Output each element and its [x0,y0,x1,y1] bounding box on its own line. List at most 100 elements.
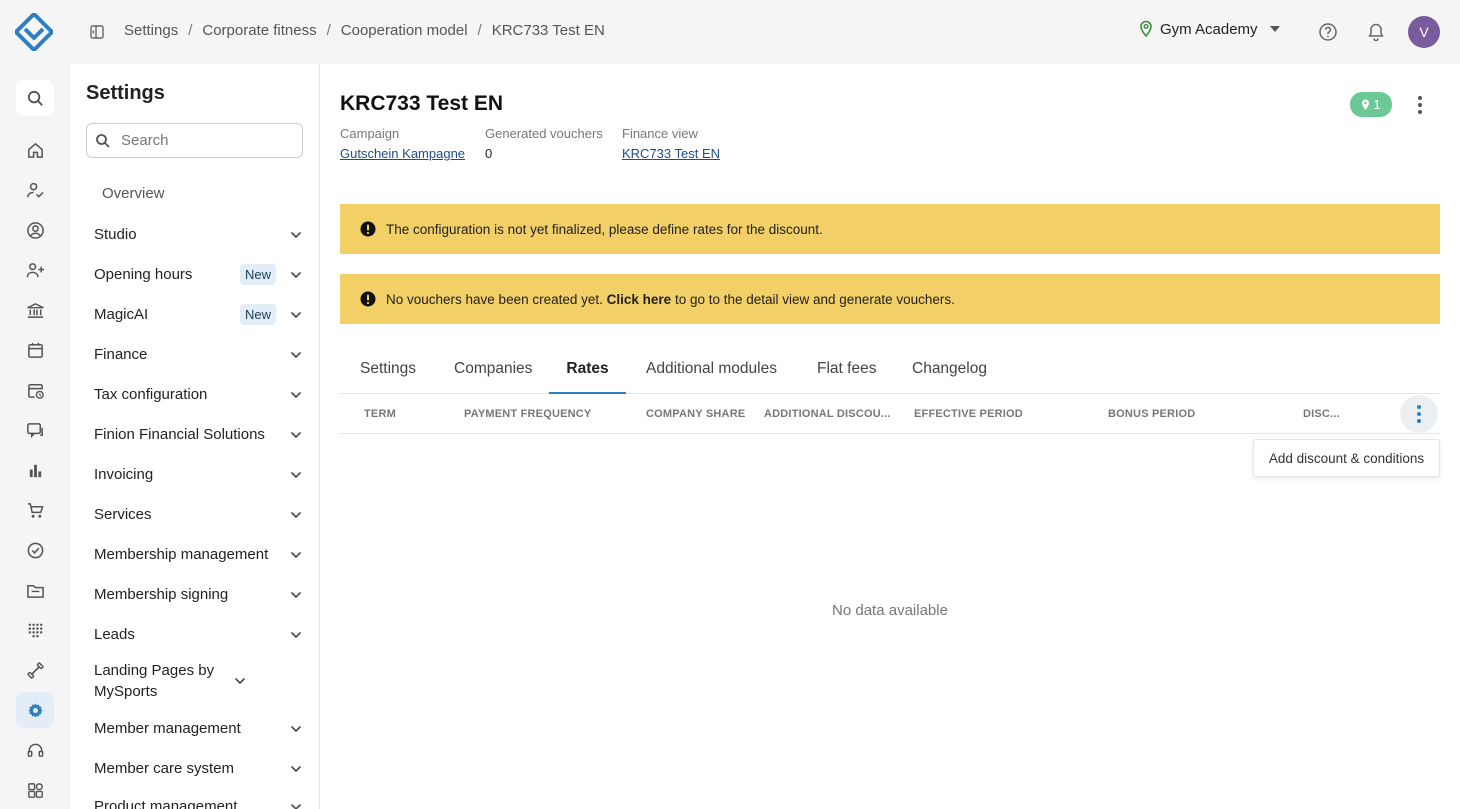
config-warning-alert: The configuration is not yet finalized, … [340,204,1440,254]
column-header-payment-frequency[interactable]: PAYMENT FREQUENCY [464,408,591,420]
sidebar-item-tax-configuration[interactable]: Tax configuration [94,384,304,405]
sidebar-item-leads[interactable]: Leads [94,624,304,645]
breadcrumb: Settings / Corporate fitness / Cooperati… [124,22,605,39]
avatar[interactable]: V [1408,16,1440,48]
sidebar-item-label: Member care system [94,760,235,777]
meta-label: Finance view [622,126,698,141]
sidebar-item-member-management[interactable]: Member management [94,718,304,739]
sidebar-item-magicai[interactable]: MagicAI New [94,304,304,325]
user-circle-icon[interactable] [16,212,54,248]
meta-label: Generated vouchers [485,126,603,141]
exclamation-icon [360,291,376,307]
page-title: KRC733 Test EN [340,92,503,115]
user-add-icon[interactable] [16,252,54,288]
chevron-down-icon [290,311,302,318]
menu-item-add-discount[interactable]: Add discount & conditions [1253,439,1440,477]
search-icon[interactable] [16,80,54,116]
sidebar-item-label: Tax configuration [94,386,208,403]
gear-icon[interactable] [16,692,54,728]
folder-icon[interactable] [16,572,54,608]
chevron-down-icon [290,631,302,638]
exclamation-icon [360,221,376,237]
column-header-effective-period[interactable]: EFFECTIVE PERIOD [914,408,1023,420]
sidebar-item-label: Studio [94,226,137,243]
search-input[interactable] [121,132,291,149]
location-count: 1 [1373,97,1381,112]
sidebar-item-label: Member management [94,720,241,737]
sidebar-item-label: Opening hours [94,266,193,283]
breadcrumb-settings[interactable]: Settings [124,22,178,39]
app-logo-icon[interactable] [14,12,54,52]
bell-icon[interactable] [1367,22,1385,42]
sidebar-item-label: Finance [94,346,148,363]
check-circle-icon[interactable] [16,532,54,568]
chevron-down-icon [290,725,302,732]
sidebar-item-finance[interactable]: Finance [94,344,304,365]
tab-rates[interactable]: Rates [549,360,626,394]
user-check-icon[interactable] [16,172,54,208]
headset-icon[interactable] [16,732,54,768]
chevron-down-icon [290,231,302,238]
click-here-link[interactable]: Click here [607,292,672,307]
dots-grid-icon[interactable] [16,612,54,648]
sidebar-item-finion-financial-solutions[interactable]: Finion Financial Solutions [94,424,304,445]
settings-sidebar: Settings Overview Studio Opening hours New… [70,64,320,809]
cart-icon[interactable] [16,492,54,528]
sidebar-item-landing-pages-by-mysports[interactable]: Landing Pages by MySports [94,660,304,702]
column-header-discount[interactable]: DISC... [1303,408,1340,420]
sidebar-item-opening-hours[interactable]: Opening hours New [94,264,304,285]
chat-icon[interactable] [16,412,54,448]
sidebar-item-invoicing[interactable]: Invoicing [94,464,304,485]
chevron-down-icon [290,351,302,358]
help-icon[interactable] [1318,22,1338,42]
sidebar-item-services[interactable]: Services [94,504,304,525]
finance-view-link[interactable]: KRC733 Test EN [622,146,720,161]
sidebar-item-membership-signing[interactable]: Membership signing [94,584,304,605]
column-header-company-share[interactable]: COMPANY SHARE [646,408,745,420]
calendar-icon[interactable] [16,332,54,368]
more-options-icon[interactable] [1410,94,1430,116]
location-pin-icon [1362,99,1370,110]
breadcrumb-cooperation-model[interactable]: Cooperation model [341,22,468,39]
sidebar-item-member-care-system[interactable]: Member care system [94,758,304,779]
sidebar-search[interactable] [86,123,303,158]
sidebar-item-label: Invoicing [94,466,154,483]
chevron-down-icon [290,551,302,558]
tab-companies[interactable]: Companies [454,360,532,394]
sidebar-title: Settings [86,82,165,104]
breadcrumb-corporate-fitness[interactable]: Corporate fitness [202,22,316,39]
caret-down-icon [1269,26,1280,32]
chevron-down-icon [234,677,246,685]
bar-chart-icon[interactable] [16,452,54,488]
column-header-bonus-period[interactable]: BONUS PERIOD [1108,408,1195,420]
column-header-term[interactable]: TERM [364,408,396,420]
tab-additional-modules[interactable]: Additional modules [646,360,777,394]
chevron-down-icon [290,391,302,398]
dumbbell-icon[interactable] [16,652,54,688]
column-header-additional-discount[interactable]: ADDITIONAL DISCOU... [764,408,891,420]
studio-selector[interactable]: Gym Academy [1138,20,1280,38]
alert-text: to go to the detail view and generate vo… [671,291,955,307]
home-icon[interactable] [16,132,54,168]
studio-name: Gym Academy [1160,20,1258,38]
campaign-link[interactable]: Gutschein Kampagne [340,146,465,161]
tab-flat-fees[interactable]: Flat fees [817,360,876,394]
panel-toggle-icon[interactable] [89,24,105,40]
calendar-clock-icon[interactable] [16,372,54,408]
search-icon [96,133,110,148]
breadcrumb-current: KRC733 Test EN [491,22,605,39]
meta-generated-vouchers: Generated vouchers 0 [485,126,603,161]
table-more-icon[interactable] [1400,395,1438,433]
apps-icon[interactable] [16,772,54,808]
sidebar-item-label: Membership management [94,546,269,563]
sidebar-item-product-management[interactable]: Product management [94,796,304,809]
sidebar-item-membership-management[interactable]: Membership management [94,544,304,565]
sidebar-item-studio[interactable]: Studio [94,224,304,245]
sidebar-item-overview[interactable]: Overview [102,185,165,202]
tab-changelog[interactable]: Changelog [912,360,987,394]
location-count-badge[interactable]: 1 [1350,92,1392,117]
table-header: TERM PAYMENT FREQUENCY COMPANY SHARE ADD… [340,394,1440,434]
tab-settings[interactable]: Settings [360,360,416,394]
bank-icon[interactable] [16,292,54,328]
location-pin-icon [1140,20,1152,38]
